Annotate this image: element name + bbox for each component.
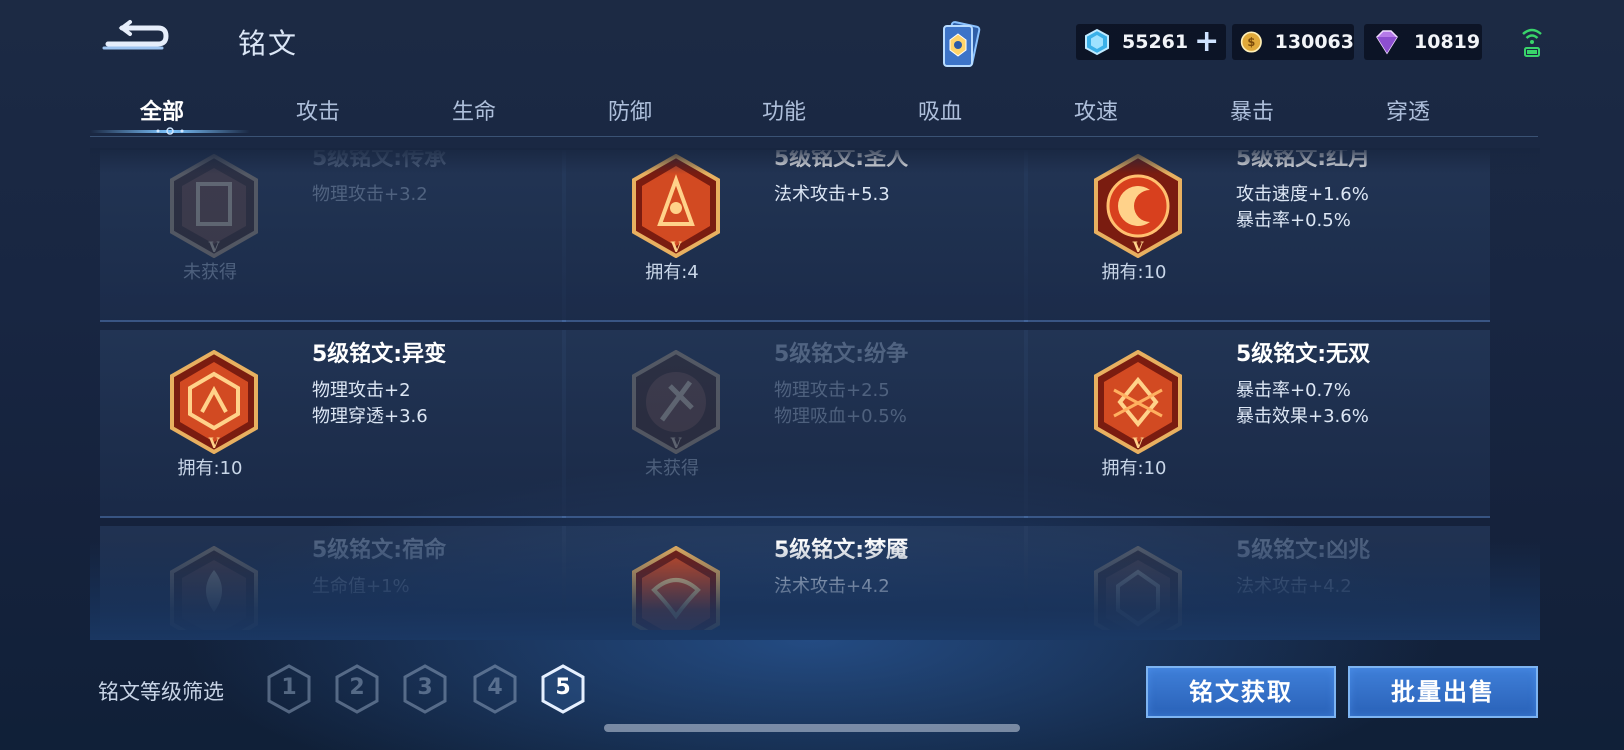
- purple-gem-icon: [1376, 30, 1398, 55]
- level-filter-1[interactable]: 1: [266, 664, 312, 714]
- rune-card[interactable]: V 5级铭文:异变 物理攻击+2 物理穿透+3.6 拥有:10: [100, 330, 566, 518]
- svg-text:$: $: [1247, 35, 1255, 49]
- rune-stat: 法术攻击+5.3: [774, 184, 890, 205]
- rune-name: 5级铭文:异变: [312, 342, 447, 367]
- svg-text:V: V: [1132, 436, 1145, 452]
- rune-stat: 物理攻击+2.5: [774, 380, 890, 401]
- bulk-sell-button[interactable]: 批量出售: [1348, 666, 1538, 718]
- rune-stat: 物理攻击+2: [312, 380, 411, 401]
- rune-stat: 暴击率+0.7%: [1236, 380, 1351, 401]
- level-filter-4[interactable]: 4: [472, 664, 518, 714]
- obtain-rune-button[interactable]: 铭文获取: [1146, 666, 1336, 718]
- rune-mengyan-icon: [632, 546, 720, 630]
- rune-name: 5级铭文:圣人: [774, 150, 909, 171]
- rune-stat: 攻击速度+1.6%: [1236, 184, 1369, 205]
- category-tabs: 全部 攻击 生命 防御 功能 吸血 攻速 暴击 穿透: [90, 90, 1538, 137]
- rune-xiongzhao-icon: [1094, 546, 1182, 630]
- tab-lifesteal[interactable]: 吸血: [880, 94, 1000, 126]
- rune-name: 5级铭文:无双: [1236, 342, 1371, 367]
- tab-penetration[interactable]: 穿透: [1348, 94, 1468, 126]
- rune-card[interactable]: V 5级铭文:圣人 法术攻击+5.3 拥有:4: [562, 150, 1028, 322]
- level-filter-label: 铭文等级筛选: [98, 680, 224, 704]
- rune-name: 5级铭文:凶兆: [1236, 538, 1371, 563]
- rune-deck-icon[interactable]: [938, 20, 984, 72]
- rune-shengren-icon: V: [632, 154, 720, 258]
- rune-card[interactable]: V 5级铭文:纷争 物理攻击+2.5 物理吸血+0.5% 未获得: [562, 330, 1028, 518]
- level-filter-2[interactable]: 2: [334, 664, 380, 714]
- svg-text:V: V: [208, 436, 221, 452]
- home-indicator[interactable]: [604, 724, 1020, 732]
- rune-stat: 暴击效果+3.6%: [1236, 406, 1369, 427]
- wifi-status-icon: [1520, 26, 1544, 60]
- rune-card[interactable]: 5级铭文:梦魇 法术攻击+4.2: [562, 526, 1028, 630]
- rune-owned-count: 拥有:10: [177, 458, 243, 479]
- back-button[interactable]: [100, 18, 172, 58]
- rune-owned-count: 未获得: [183, 262, 237, 283]
- rune-card[interactable]: 5级铭文:凶兆 法术攻击+4.2: [1024, 526, 1490, 630]
- rune-grid: V 5级铭文:传承 物理攻击+3.2 未获得 V 5级铭文:圣人 法术攻击+5.…: [100, 150, 1524, 630]
- tab-indicator-icon: [156, 127, 184, 135]
- coupon-crystal-icon: [1085, 28, 1109, 56]
- rune-stat: 物理穿透+3.6: [312, 406, 428, 427]
- rune-stat: 法术攻击+4.2: [774, 576, 890, 597]
- gold-coin-icon: $: [1240, 31, 1262, 53]
- coupon-value: 55261: [1122, 31, 1189, 53]
- rune-stat: 物理攻击+3.2: [312, 184, 428, 205]
- rune-stat: 法术攻击+4.2: [1236, 576, 1352, 597]
- gold-currency: $ 130063: [1232, 24, 1354, 60]
- rune-owned-count: 未获得: [645, 458, 699, 479]
- rune-owned-count: 拥有:4: [645, 262, 699, 283]
- add-coupon-button[interactable]: +: [1194, 27, 1219, 57]
- top-bar: 铭文 55261 + $ 130063 10819: [0, 0, 1624, 88]
- gold-value: 130063: [1274, 31, 1354, 53]
- rune-name: 5级铭文:纷争: [774, 342, 909, 367]
- rune-card[interactable]: V 5级铭文:红月 攻击速度+1.6% 暴击率+0.5% 拥有:10: [1024, 150, 1490, 322]
- tab-attack-speed[interactable]: 攻速: [1036, 94, 1156, 126]
- rune-name: 5级铭文:红月: [1236, 150, 1371, 171]
- back-arrow-icon: [102, 20, 169, 50]
- rune-owned-count: 拥有:10: [1101, 458, 1167, 479]
- rune-name: 5级铭文:梦魇: [774, 538, 909, 563]
- page-title: 铭文: [238, 27, 299, 60]
- rune-yibian-icon: V: [170, 350, 258, 454]
- svg-text:V: V: [670, 240, 683, 256]
- rune-owned-count: 拥有:10: [1101, 262, 1167, 283]
- tab-crit[interactable]: 暴击: [1192, 94, 1312, 126]
- svg-text:V: V: [1132, 240, 1145, 256]
- tab-utility[interactable]: 功能: [724, 94, 844, 126]
- level-filter-5[interactable]: 5: [540, 664, 586, 714]
- tab-health[interactable]: 生命: [414, 94, 534, 126]
- tab-defense[interactable]: 防御: [570, 94, 690, 126]
- rune-name: 5级铭文:传承: [312, 150, 447, 171]
- svg-text:V: V: [208, 240, 221, 256]
- tab-all[interactable]: 全部: [102, 94, 222, 126]
- rune-stat: 物理吸血+0.5%: [774, 406, 907, 427]
- tab-attack[interactable]: 攻击: [258, 94, 378, 126]
- rune-suming-icon: [170, 546, 258, 630]
- rune-chuancheng-icon: V: [170, 154, 258, 258]
- rune-stat: 生命值+1%: [312, 576, 410, 597]
- rune-fenzheng-icon: V: [632, 350, 720, 454]
- level-filter-3[interactable]: 3: [402, 664, 448, 714]
- rune-wushuang-icon: V: [1094, 350, 1182, 454]
- gem-value: 10819: [1414, 31, 1481, 53]
- rune-card[interactable]: 5级铭文:宿命 生命值+1%: [100, 526, 566, 630]
- rune-name: 5级铭文:宿命: [312, 538, 447, 563]
- gem-currency: 10819: [1364, 24, 1482, 60]
- rune-card[interactable]: V 5级铭文:无双 暴击率+0.7% 暴击效果+3.6% 拥有:10: [1024, 330, 1490, 518]
- rune-card[interactable]: V 5级铭文:传承 物理攻击+3.2 未获得: [100, 150, 566, 322]
- coupon-currency: 55261 +: [1076, 24, 1226, 60]
- rune-stat: 暴击率+0.5%: [1236, 210, 1351, 231]
- rune-hongyue-icon: V: [1094, 154, 1182, 258]
- svg-text:V: V: [670, 436, 683, 452]
